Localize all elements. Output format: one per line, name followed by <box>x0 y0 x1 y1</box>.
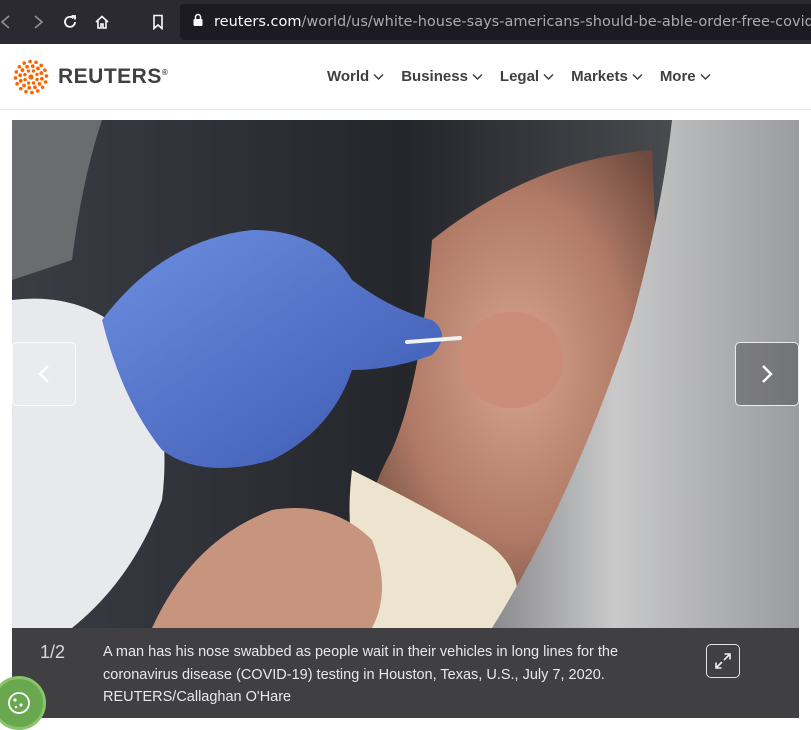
browser-toolbar: reuters.com/world/us/white-house-says-am… <box>0 0 811 44</box>
reuters-logo-mark-icon <box>13 59 49 95</box>
chevron-right-icon <box>762 365 773 383</box>
registered-mark: ® <box>161 68 169 77</box>
nav-item-world[interactable]: World <box>327 68 384 85</box>
chevron-down-icon <box>543 73 554 80</box>
url-text: reuters.com/world/us/white-house-says-am… <box>214 14 811 30</box>
nav-item-more[interactable]: More <box>660 68 711 85</box>
logo-text: REUTERS® <box>58 65 168 89</box>
chevron-down-icon <box>373 73 384 80</box>
nav-label-more: More <box>659 68 696 85</box>
nav-label-world: World <box>327 68 370 85</box>
nav-label-business: Business <box>401 68 468 85</box>
site-header: REUTERS® World Business Legal Markets Mo… <box>0 44 811 110</box>
chevron-left-icon <box>38 365 49 383</box>
expand-icon <box>715 653 731 669</box>
chevron-down-icon <box>632 73 643 80</box>
chevron-down-icon <box>700 73 711 80</box>
photo-gallery: 1/2 A man has his nose swabbed as people… <box>12 120 799 718</box>
nav-item-markets[interactable]: Markets <box>571 68 643 85</box>
photo-caption: A man has his nose swabbed as people wai… <box>103 644 619 705</box>
url-path: /world/us/white-house-says-americans-sho… <box>301 14 811 30</box>
reload-icon[interactable] <box>58 10 82 34</box>
home-icon[interactable] <box>90 10 114 34</box>
forward-icon[interactable] <box>26 10 50 34</box>
bookmark-icon[interactable] <box>146 10 170 34</box>
main-nav: World Business Legal Markets More <box>327 68 728 85</box>
caption-bar: 1/2 A man has his nose swabbed as people… <box>12 628 799 718</box>
gallery-photo <box>12 120 799 628</box>
reuters-logo[interactable]: REUTERS® <box>12 58 168 96</box>
logo-wordmark: REUTERS <box>58 65 162 88</box>
url-bar[interactable]: reuters.com/world/us/white-house-says-am… <box>180 4 811 40</box>
lock-icon <box>192 13 204 32</box>
nav-item-business[interactable]: Business <box>401 68 483 85</box>
prev-photo-button[interactable] <box>12 342 76 406</box>
cookie-settings-button[interactable] <box>0 676 46 730</box>
url-host: reuters.com <box>214 14 302 30</box>
photo-counter: 1/2 <box>40 642 66 662</box>
next-photo-button[interactable] <box>735 342 799 406</box>
page-margin <box>799 110 811 718</box>
nav-label-legal: Legal <box>499 68 540 85</box>
chevron-down-icon <box>472 73 483 80</box>
nav-item-legal[interactable]: Legal <box>500 68 554 85</box>
nav-label-markets: Markets <box>571 68 628 85</box>
cookie-icon <box>8 692 30 714</box>
expand-photo-button[interactable] <box>706 644 740 678</box>
back-icon[interactable] <box>0 10 18 34</box>
